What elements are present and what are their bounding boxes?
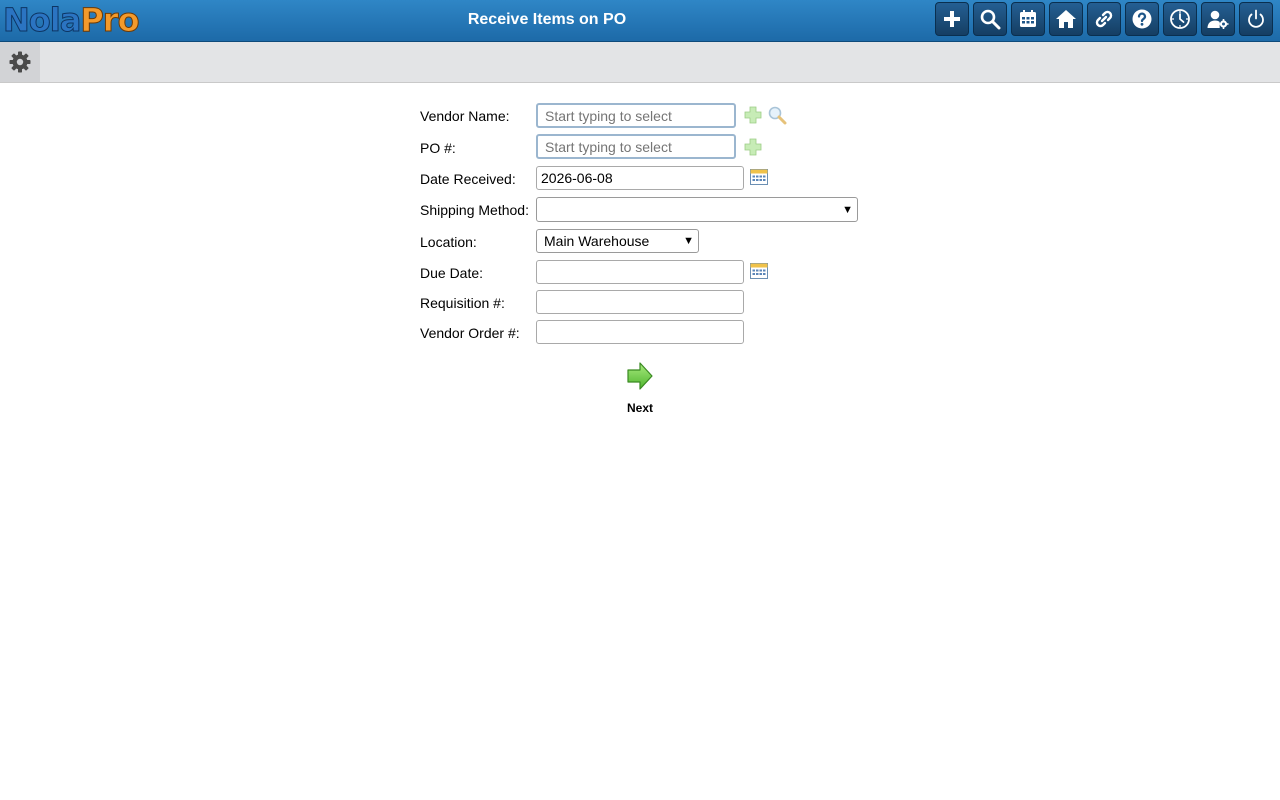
search-button[interactable] <box>973 2 1007 36</box>
date-received-calendar-icon[interactable] <box>749 167 769 187</box>
next-label: Next <box>626 401 653 415</box>
user-settings-button[interactable] <box>1201 2 1235 36</box>
location-value: Main Warehouse <box>544 233 650 249</box>
clock-icon <box>1170 9 1190 29</box>
add-vendor-icon[interactable] <box>743 105 763 125</box>
gear-icon <box>9 51 31 73</box>
search-icon <box>980 9 1001 30</box>
link-button[interactable] <box>1087 2 1121 36</box>
top-bar: NolaPro Receive Items on PO <box>0 0 1280 42</box>
logout-button[interactable] <box>1239 2 1273 36</box>
po-number-input[interactable] <box>536 134 736 159</box>
location-label: Location: <box>420 234 477 250</box>
logo-text-pro: Pro <box>80 1 140 40</box>
location-select[interactable]: Main Warehouse ▼ <box>536 229 699 253</box>
home-icon <box>1056 10 1076 28</box>
calendar-button[interactable] <box>1011 2 1045 36</box>
help-button[interactable] <box>1125 2 1159 36</box>
vendor-order-input[interactable] <box>536 320 744 344</box>
vendor-order-label: Vendor Order #: <box>420 325 520 341</box>
settings-button[interactable] <box>0 42 40 82</box>
add-icon <box>944 11 960 27</box>
logo-text-nola: Nola <box>2 1 81 40</box>
vendor-name-label: Vendor Name: <box>420 108 510 124</box>
chevron-down-icon: ▼ <box>842 203 853 216</box>
vendor-name-input[interactable] <box>536 103 736 128</box>
sub-toolbar <box>0 42 1280 83</box>
chevron-down-icon: ▼ <box>683 235 694 247</box>
date-received-input[interactable] <box>536 166 744 190</box>
vendor-lookup-icon[interactable] <box>767 105 787 125</box>
help-icon <box>1132 9 1152 29</box>
calendar-icon <box>1020 10 1036 27</box>
due-date-input[interactable] <box>536 260 744 284</box>
arrow-right-icon <box>627 362 653 390</box>
date-received-label: Date Received: <box>420 171 516 187</box>
due-date-calendar-icon[interactable] <box>749 261 769 281</box>
shipping-method-select[interactable]: ▼ <box>536 197 858 222</box>
shipping-method-label: Shipping Method: <box>420 202 529 218</box>
user-settings-icon <box>1207 10 1229 29</box>
add-button[interactable] <box>935 2 969 36</box>
timer-button[interactable] <box>1163 2 1197 36</box>
link-icon <box>1095 10 1113 28</box>
requisition-label: Requisition #: <box>420 295 505 311</box>
page-title: Receive Items on PO <box>467 11 627 28</box>
requisition-input[interactable] <box>536 290 744 314</box>
add-po-icon[interactable] <box>743 137 763 157</box>
next-button[interactable]: Next <box>616 361 664 419</box>
po-number-label: PO #: <box>420 140 456 156</box>
home-button[interactable] <box>1049 2 1083 36</box>
power-icon <box>1248 9 1264 28</box>
due-date-label: Due Date: <box>420 265 484 281</box>
nolapro-logo[interactable]: NolaPro <box>2 1 140 40</box>
